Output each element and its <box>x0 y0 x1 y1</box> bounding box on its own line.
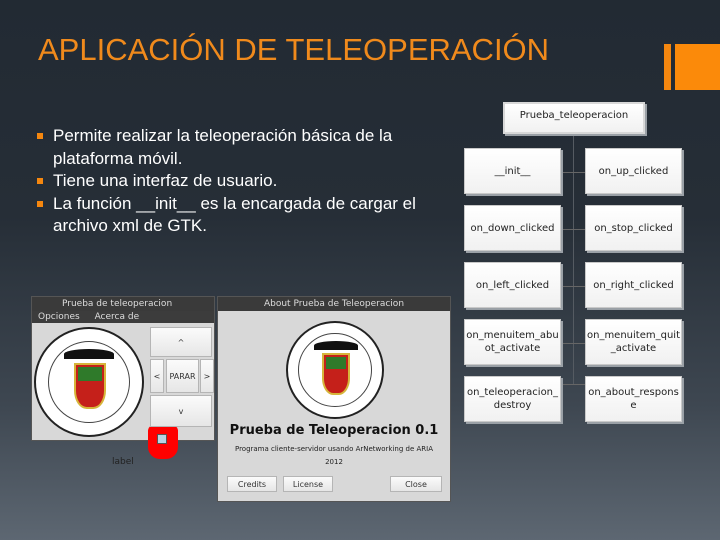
method-node-about-response: on_about_response <box>585 376 682 422</box>
copyright-year: 2012 <box>325 458 343 466</box>
credits-button[interactable]: Credits <box>227 476 277 492</box>
university-logo <box>286 321 384 419</box>
method-node-init: __init__ <box>464 148 561 194</box>
main-window-title: Prueba de teleoperacion <box>62 299 173 309</box>
about-dialog-title: About Prueba de Teleoperacion <box>263 299 405 309</box>
accent-bar-thick <box>675 44 720 90</box>
root-class-node: Prueba_teleoperacion <box>503 102 645 134</box>
right-button[interactable]: > <box>200 359 214 393</box>
shield-emblem <box>322 353 350 395</box>
university-logo <box>34 327 144 437</box>
bullet-text: Permite realizar la teleoperación básica… <box>53 126 393 168</box>
method-node-menuitem-about: on_menuitem_abuot_activate <box>464 319 561 365</box>
menu-acerca-de[interactable]: Acerca de <box>95 312 140 322</box>
bullet-item: Tiene una interfaz de usuario. <box>36 170 456 193</box>
stop-button[interactable]: PARAR <box>166 359 199 393</box>
slide-title: APLICACIÓN DE TELEOPERACIÓN <box>38 32 550 67</box>
main-window-titlebar: Prueba de teleoperacion <box>32 297 214 311</box>
method-node-down: on_down_clicked <box>464 205 561 251</box>
down-button[interactable]: v <box>150 395 212 427</box>
app-description: Programa cliente-servidor usando ArNetwo… <box>234 445 434 453</box>
license-button[interactable]: License <box>283 476 333 492</box>
connector-branch <box>561 286 585 287</box>
app-name: Prueba de Teleoperacion 0.1 <box>229 423 439 438</box>
method-node-destroy: on_teleoperacion_destroy <box>464 376 561 422</box>
connector-branch <box>561 229 585 230</box>
bullet-list: Permite realizar la teleoperación básica… <box>36 125 456 238</box>
bullet-text: La función __init__ es la encargada de c… <box>53 193 416 236</box>
method-node-up: on_up_clicked <box>585 148 682 194</box>
bullet-square-icon <box>37 200 43 207</box>
bullet-item: Permite realizar la teleoperación básica… <box>36 125 456 170</box>
connector-branch <box>561 384 585 385</box>
eagle-emblem <box>314 341 358 350</box>
up-button[interactable]: ^ <box>150 327 212 357</box>
bullet-square-icon <box>37 178 43 184</box>
shield-emblem <box>74 363 106 409</box>
method-node-stop: on_stop_clicked <box>585 205 682 251</box>
robot-marker-icon <box>148 425 178 459</box>
connector-branch <box>561 343 585 344</box>
status-label: label <box>112 457 134 467</box>
connector-branch <box>561 172 585 173</box>
bullet-text: Tiene una interfaz de usuario. <box>53 171 278 190</box>
method-node-menuitem-quit: on_menuitem_quit_activate <box>585 319 682 365</box>
main-window-screenshot: Prueba de teleoperacion Opciones Acerca … <box>31 296 215 467</box>
about-dialog-screenshot: About Prueba de Teleoperacion Prueba de … <box>217 296 451 502</box>
bullet-square-icon <box>37 133 43 139</box>
method-node-right: on_right_clicked <box>585 262 682 308</box>
accent-bar-thin <box>664 44 671 90</box>
menu-bar: Opciones Acerca de <box>32 311 214 323</box>
method-node-left: on_left_clicked <box>464 262 561 308</box>
connector-trunk <box>573 135 574 385</box>
bullet-item: La función __init__ es la encargada de c… <box>36 193 456 238</box>
left-button[interactable]: < <box>150 359 164 393</box>
menu-opciones[interactable]: Opciones <box>38 312 80 322</box>
eagle-emblem <box>64 349 114 359</box>
close-button[interactable]: Close <box>390 476 442 492</box>
about-dialog-titlebar: About Prueba de Teleoperacion <box>218 297 450 311</box>
